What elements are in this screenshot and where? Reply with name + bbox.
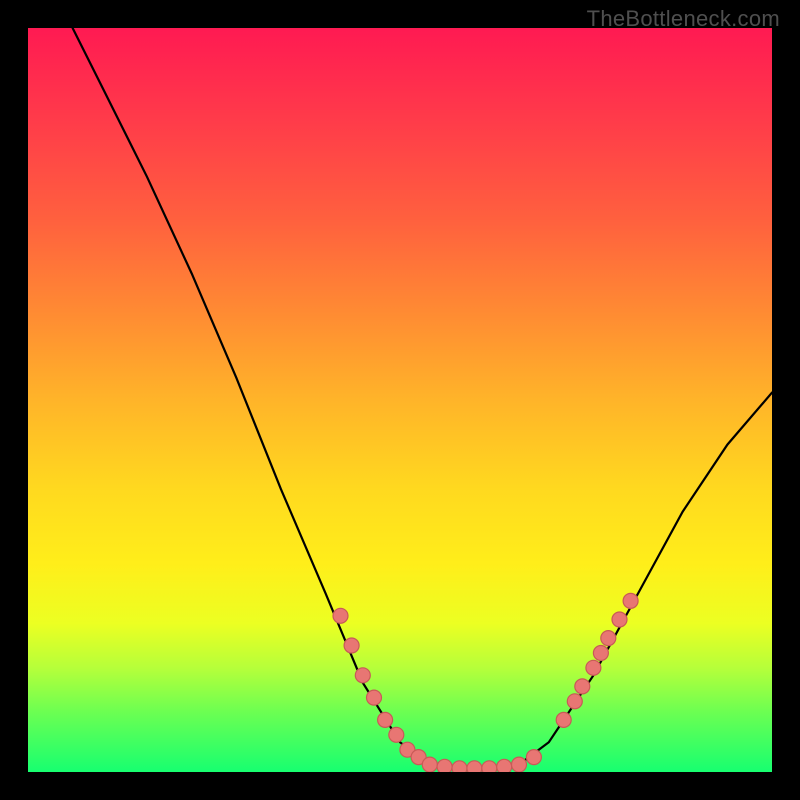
curve-dot (567, 694, 582, 709)
curve-dot (575, 679, 590, 694)
curve-dot (556, 712, 571, 727)
curve-dot (526, 750, 541, 765)
curve-dot (452, 761, 467, 772)
curve-dot (601, 631, 616, 646)
dots-flat-group (422, 750, 541, 772)
plot-area (28, 28, 772, 772)
curve-dot (497, 759, 512, 772)
curve-dot (512, 757, 527, 772)
curve-dot (586, 660, 601, 675)
curve-dot (344, 638, 359, 653)
curve-dot (378, 712, 393, 727)
curve-dot (437, 759, 452, 772)
chart-frame: TheBottleneck.com (0, 0, 800, 800)
curve-dot (593, 646, 608, 661)
curve-dot (355, 668, 370, 683)
curve-dot (467, 761, 482, 772)
chart-svg (28, 28, 772, 772)
curve-dot (367, 690, 382, 705)
curve-dot (612, 612, 627, 627)
curve-dot (623, 593, 638, 608)
curve-dot (389, 727, 404, 742)
dots-left-group (333, 608, 426, 764)
bottleneck-curve (73, 28, 772, 768)
curve-dot (333, 608, 348, 623)
dots-right-group (556, 593, 638, 727)
curve-dot (482, 761, 497, 772)
curve-dot (422, 757, 437, 772)
